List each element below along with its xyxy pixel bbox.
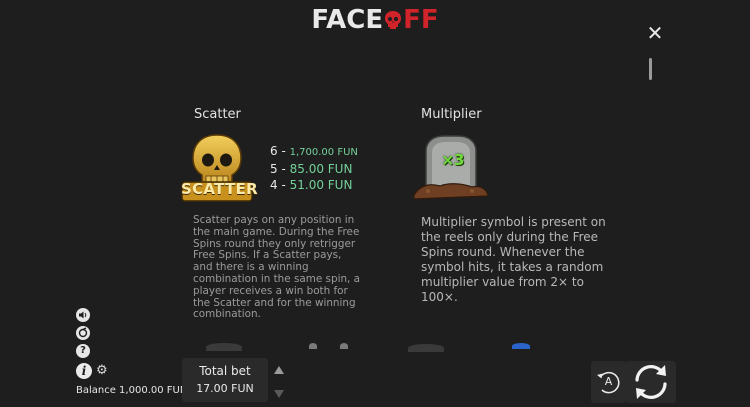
sound-icon[interactable] bbox=[76, 308, 90, 322]
peek-symbol bbox=[340, 343, 348, 349]
gear-icon[interactable]: ⚙ bbox=[96, 364, 108, 378]
help-icon[interactable]: ? bbox=[76, 344, 90, 358]
scatter-paytable: 6 - 1,700.00 FUN 5 - 85.00 FUN 4 - 51.00… bbox=[270, 143, 358, 193]
peek-symbol bbox=[512, 343, 530, 349]
close-icon[interactable]: ✕ bbox=[644, 22, 666, 44]
peek-symbol bbox=[309, 343, 317, 349]
paytable-row: 4 - 51.00 FUN bbox=[270, 178, 353, 192]
pay-count: 6 bbox=[270, 144, 278, 158]
scatter-title: Scatter bbox=[194, 107, 241, 122]
skull-logo-icon bbox=[385, 11, 402, 29]
scatter-description: Scatter pays on any position in the main… bbox=[193, 214, 373, 321]
multiplier-value: ×3 bbox=[441, 151, 465, 169]
total-bet-value: 17.00 FUN bbox=[196, 382, 254, 395]
logo-text-face: FACE bbox=[311, 5, 384, 35]
autoplay-button[interactable]: A bbox=[591, 361, 626, 403]
peek-symbol bbox=[206, 343, 242, 351]
description-line: combination in the same spin, a bbox=[193, 272, 361, 285]
spin-button[interactable] bbox=[626, 361, 676, 403]
pay-value: 51.00 FUN bbox=[289, 178, 353, 192]
description-line: 100×. bbox=[421, 290, 458, 304]
logo-text-ff: FF bbox=[403, 5, 439, 35]
description-line: the reels only during the Free bbox=[421, 230, 599, 244]
paytable-row: 5 - 85.00 FUN bbox=[270, 162, 353, 176]
multiplier-description: Multiplier symbol is present on the reel… bbox=[421, 215, 631, 305]
pay-value: 1,700.00 FUN bbox=[289, 147, 358, 158]
description-line: multiplier value from 2× to bbox=[421, 275, 584, 289]
description-line: the main game. During the Free bbox=[193, 225, 360, 238]
info-icon[interactable]: i bbox=[76, 363, 92, 379]
game-logo: FACE FF bbox=[0, 6, 750, 34]
description-line: Spins round. Whenever the bbox=[421, 245, 585, 259]
multiplier-title: Multiplier bbox=[421, 107, 482, 122]
autoplay-label: A bbox=[604, 375, 613, 388]
scatter-symbol-label: SCATTER bbox=[181, 180, 258, 198]
pay-count: 4 bbox=[270, 178, 278, 192]
description-line: symbol hits, it takes a random bbox=[421, 260, 604, 274]
scrollbar-thumb[interactable] bbox=[649, 58, 652, 80]
total-bet-label: Total bet bbox=[199, 364, 251, 378]
pay-count: 5 bbox=[270, 162, 278, 176]
pay-value: 85.00 FUN bbox=[289, 162, 353, 176]
bet-decrease-icon[interactable] bbox=[274, 390, 284, 398]
bet-increase-icon[interactable] bbox=[274, 366, 284, 374]
description-line: combination. bbox=[193, 308, 261, 321]
help-glyph: ? bbox=[80, 345, 86, 356]
turbo-icon[interactable] bbox=[76, 326, 90, 340]
spin-arrows-icon bbox=[635, 365, 667, 399]
paytable-row: 6 - 1,700.00 FUN bbox=[270, 144, 358, 158]
description-line: Multiplier symbol is present on bbox=[421, 215, 606, 229]
description-line: player receives a win both for bbox=[193, 284, 348, 297]
balance-label: Balance 1,000.00 FUN bbox=[76, 385, 188, 396]
peek-symbol bbox=[408, 344, 444, 352]
multiplier-symbol-label: ×3 bbox=[425, 146, 481, 174]
